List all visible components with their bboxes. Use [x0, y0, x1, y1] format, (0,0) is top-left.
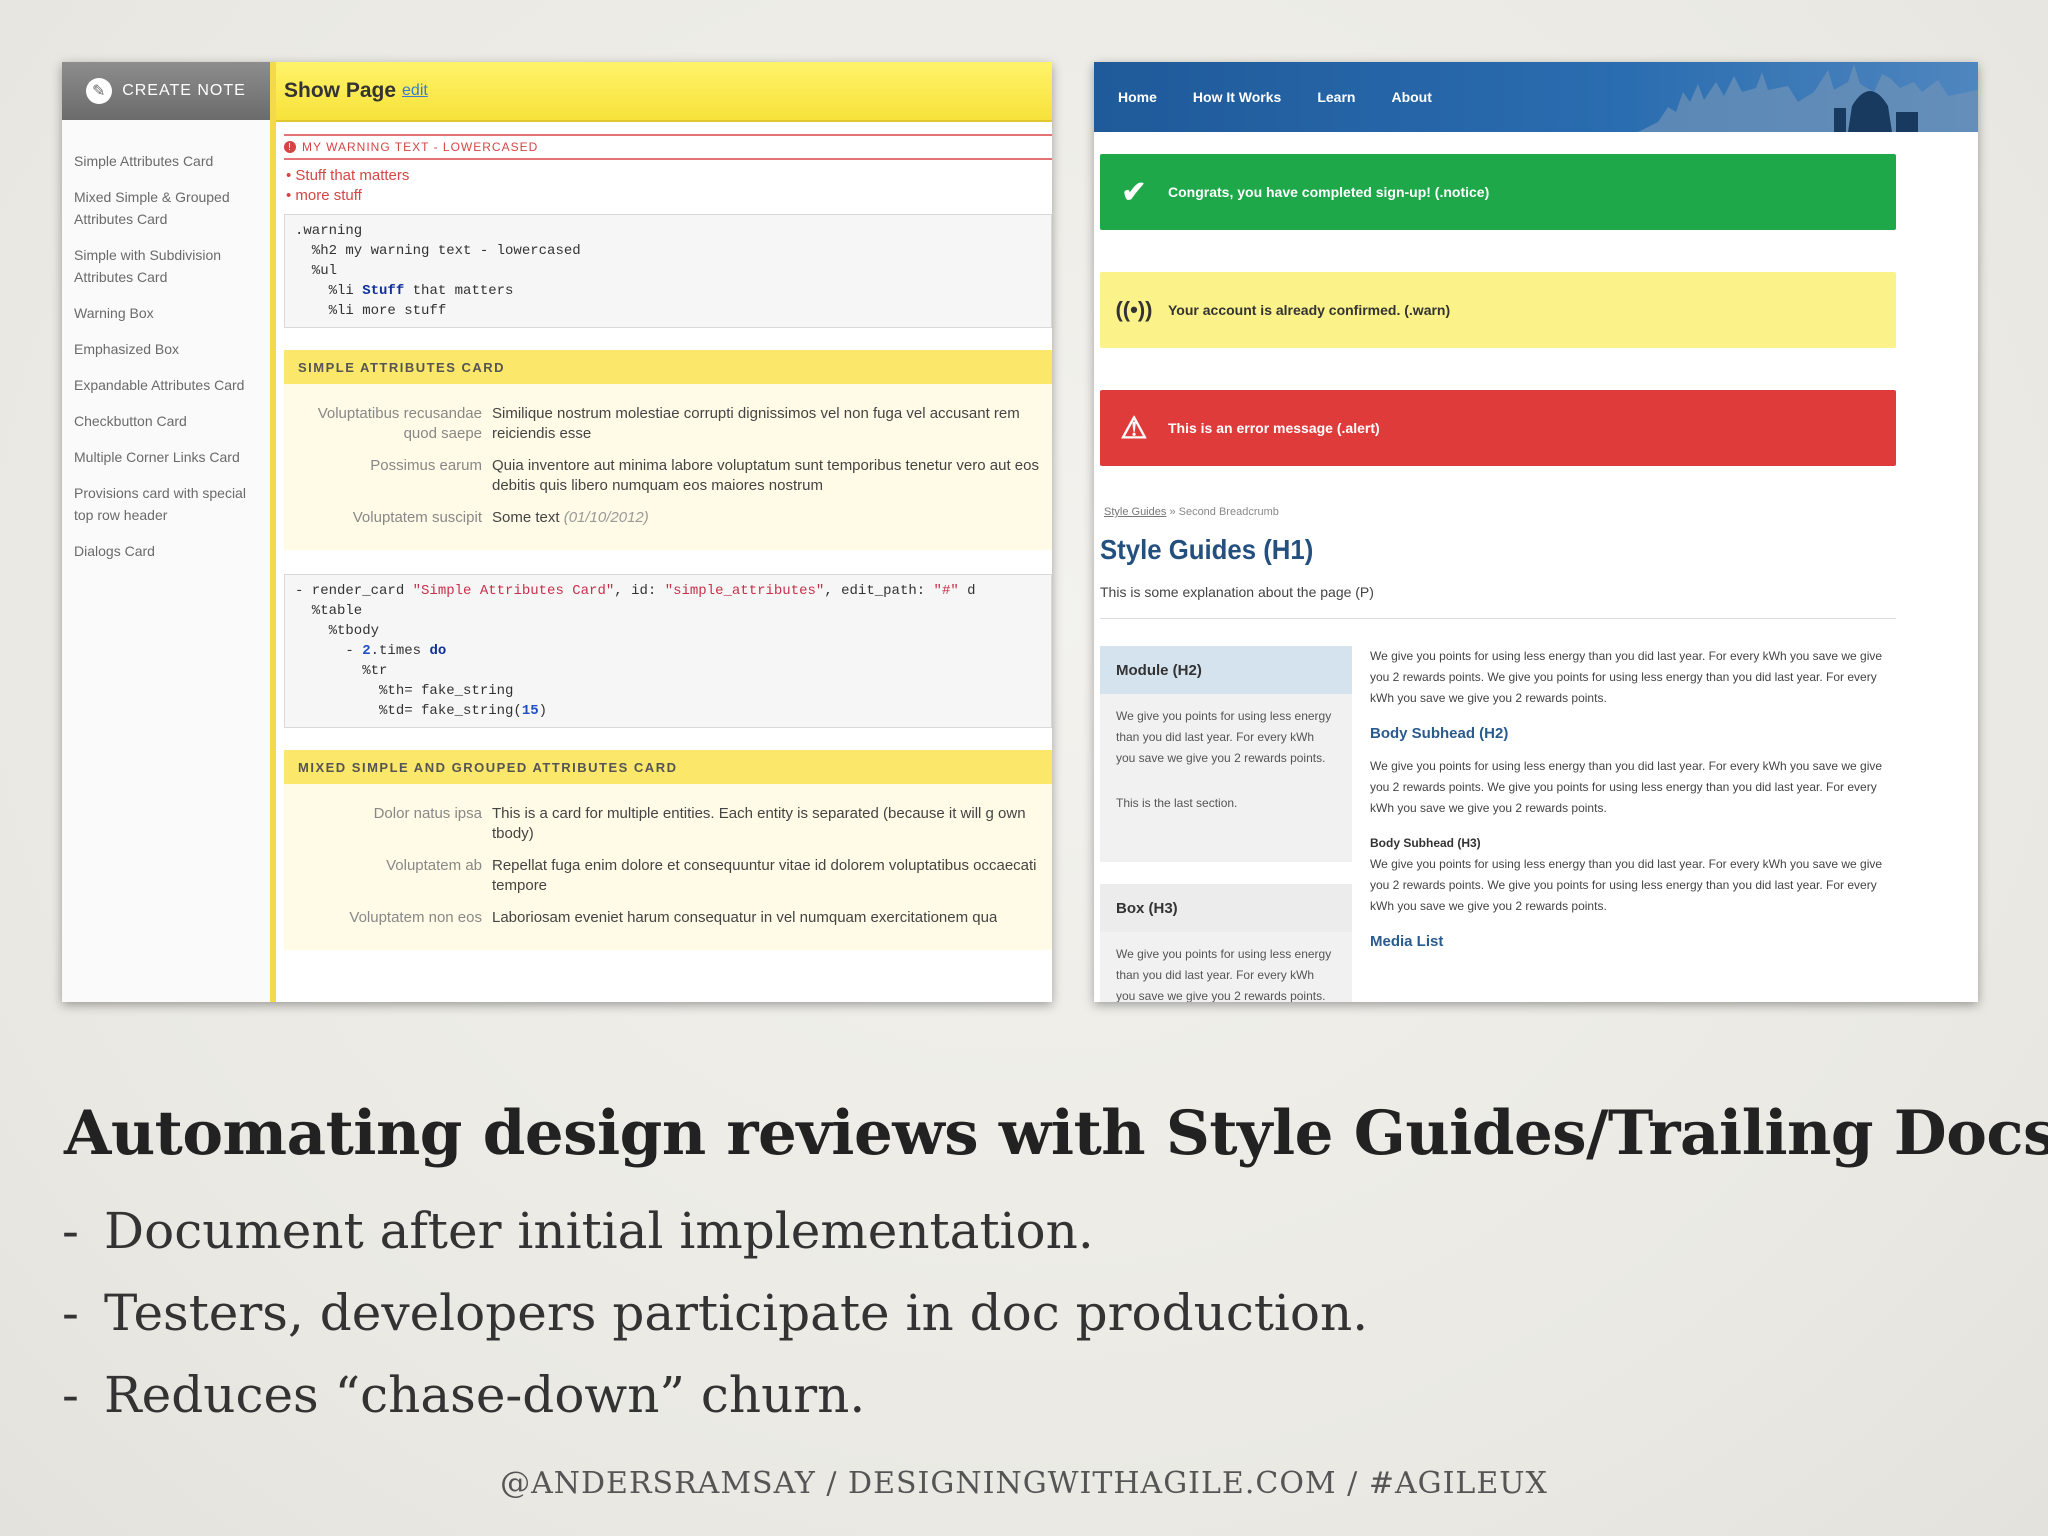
city-skyline-graphic: [1638, 64, 1978, 132]
nav-learn[interactable]: Learn: [1317, 89, 1355, 105]
error-alert-text: This is an error message (.alert): [1168, 420, 1380, 436]
box-title: Box (H3): [1100, 884, 1352, 932]
bullet-item: - Reduces “chase-down” churn.: [62, 1366, 866, 1424]
card-title: MIXED SIMPLE AND GROUPED ATTRIBUTES CARD: [284, 750, 1052, 784]
warning-alert: ((•)) Your account is already confirmed.…: [1100, 272, 1896, 348]
left-screenshot: ✎ CREATE NOTE Simple Attributes Card Mix…: [62, 62, 1052, 1002]
edit-link[interactable]: edit: [402, 82, 428, 100]
warning-alert-text: Your account is already confirmed. (.war…: [1168, 302, 1451, 318]
breadcrumb-current: » Second Breadcrumb: [1169, 506, 1279, 518]
warning-list: • Stuff that matters • more stuff: [284, 160, 1052, 206]
slide-title: Automating design reviews with Style Gui…: [64, 1098, 2048, 1169]
left-content: ! MY WARNING TEXT - LOWERCASED • Stuff t…: [276, 122, 1052, 1002]
mixed-attributes-card: Dolor natus ipsa This is a card for mult…: [284, 784, 1052, 950]
body-paragraph: We give you points for using less energy…: [1370, 759, 1883, 815]
attribute-value: Laboriosam eveniet harum consequatur in …: [492, 909, 998, 926]
simple-attributes-card: Voluptatibus recusandae quod saepe Simil…: [284, 384, 1052, 550]
sidebar-item[interactable]: Checkbutton Card: [74, 410, 264, 432]
sidebar-item[interactable]: Multiple Corner Links Card: [74, 446, 264, 468]
sidebar-item[interactable]: Simple Attributes Card: [74, 150, 264, 172]
module-panel: Module (H2) We give you points for using…: [1100, 646, 1352, 862]
nav-how-it-works[interactable]: How It Works: [1193, 89, 1281, 105]
slide-footer: @ANDERSRAMSAY / DESIGNINGWITHAGILE.COM /…: [500, 1466, 1548, 1501]
bullet-item: - Document after initial implementation.: [62, 1202, 1094, 1260]
code-block-render-card: - render_card "Simple Attributes Card", …: [284, 574, 1052, 728]
broadcast-icon: ((•)): [1115, 297, 1153, 322]
body-subhead-h2: Body Subhead (H2): [1370, 725, 1509, 742]
attribute-label: Voluptatem suscipit: [352, 509, 482, 526]
nav-home[interactable]: Home: [1118, 89, 1157, 105]
bullet-list: - Document after initial implementation. …: [62, 1190, 1368, 1436]
pencil-icon: ✎: [86, 78, 113, 104]
sidebar-item[interactable]: Emphasized Box: [74, 338, 264, 360]
left-main: Show Page edit ! MY WARNING TEXT - LOWER…: [270, 62, 1052, 1002]
breadcrumb: Style Guides » Second Breadcrumb: [1104, 506, 1279, 518]
success-alert-text: Congrats, you have completed sign-up! (.…: [1168, 184, 1490, 200]
page-intro: This is some explanation about the page …: [1100, 584, 1374, 600]
error-alert: ⚠ This is an error message (.alert): [1100, 390, 1896, 466]
warning-item: • more stuff: [286, 187, 362, 204]
sidebar-item[interactable]: Expandable Attributes Card: [74, 374, 264, 396]
show-page-header: Show Page edit: [270, 62, 1052, 122]
body-paragraph: We give you points for using less energy…: [1370, 649, 1883, 705]
create-note-label: CREATE NOTE: [122, 82, 246, 99]
bullet-item: - Testers, developers participate in doc …: [62, 1284, 1369, 1342]
attribute-value: Repellat fuga enim dolore et consequuntu…: [492, 857, 1037, 894]
attribute-value: Some text (01/10/2012): [492, 509, 649, 526]
attribute-label: Voluptatem ab: [386, 857, 482, 874]
warning-title-text: MY WARNING TEXT - LOWERCASED: [302, 140, 539, 154]
sidebar-nav: Simple Attributes Card Mixed Simple & Gr…: [62, 120, 270, 562]
attribute-value: Similique nostrum molestiae corrupti dig…: [492, 405, 1020, 442]
media-list-heading: Media List: [1370, 933, 1444, 950]
attribute-row: Voluptatem ab Repellat fuga enim dolore …: [284, 856, 1052, 896]
warning-icon: !: [284, 141, 296, 153]
warning-item: • Stuff that matters: [286, 167, 410, 184]
box-text: We give you points for using less energy…: [1116, 947, 1332, 1002]
warning-box-title: ! MY WARNING TEXT - LOWERCASED: [284, 134, 1052, 160]
nav-about[interactable]: About: [1391, 89, 1431, 105]
module-last: This is the last section.: [1116, 796, 1238, 810]
body-content: We give you points for using less energy…: [1370, 646, 1898, 964]
success-alert: ✔ Congrats, you have completed sign-up! …: [1100, 154, 1896, 230]
attribute-label: Dolor natus ipsa: [373, 805, 482, 822]
warning-triangle-icon: ⚠: [1120, 411, 1148, 445]
box-panel: Box (H3) We give you points for using le…: [1100, 884, 1352, 1002]
module-title: Module (H2): [1100, 646, 1352, 694]
left-sidebar: ✎ CREATE NOTE Simple Attributes Card Mix…: [62, 62, 271, 1002]
create-note-button[interactable]: ✎ CREATE NOTE: [62, 62, 270, 120]
attribute-row: Possimus earum Quia inventore aut minima…: [284, 456, 1052, 496]
attribute-value: Quia inventore aut minima labore volupta…: [492, 457, 1039, 494]
page-heading: Style Guides (H1): [1100, 534, 1314, 565]
check-icon: ✔: [1121, 175, 1147, 209]
page-title: Show Page: [284, 79, 397, 102]
attribute-row: Dolor natus ipsa This is a card for mult…: [284, 804, 1052, 844]
divider: [1100, 618, 1896, 619]
attribute-value: This is a card for multiple entities. Ea…: [492, 805, 1026, 842]
top-nav: Home How It Works Learn About: [1094, 62, 1978, 132]
right-screenshot: Home How It Works Learn About ✔ Congrats…: [1094, 62, 1978, 1002]
body-subhead-h3: Body Subhead (H3): [1370, 836, 1481, 850]
attribute-label: Voluptatibus recusandae quod saepe: [317, 405, 482, 442]
sidebar-item[interactable]: Provisions card with special top row hea…: [74, 482, 264, 526]
attribute-row: Voluptatibus recusandae quod saepe Simil…: [284, 404, 1052, 444]
sidebar-item[interactable]: Warning Box: [74, 302, 264, 324]
code-block-warning: .warning %h2 my warning text - lowercase…: [284, 214, 1052, 328]
attribute-label: Voluptatem non eos: [349, 909, 482, 926]
module-text: We give you points for using less energy…: [1116, 709, 1332, 765]
sidebar-item[interactable]: Mixed Simple & Grouped Attributes Card: [74, 186, 264, 230]
attribute-label: Possimus earum: [370, 457, 482, 474]
attribute-row: Voluptatem suscipit Some text (01/10/201…: [284, 508, 1052, 528]
sidebar-item[interactable]: Simple with Subdivision Attributes Card: [74, 244, 264, 288]
body-paragraph: We give you points for using less energy…: [1370, 857, 1883, 913]
breadcrumb-link[interactable]: Style Guides: [1104, 506, 1166, 518]
card-title: SIMPLE ATTRIBUTES CARD: [284, 350, 1052, 384]
attribute-row: Voluptatem non eos Laboriosam eveniet ha…: [284, 908, 1052, 928]
sidebar-item[interactable]: Dialogs Card: [74, 540, 264, 562]
